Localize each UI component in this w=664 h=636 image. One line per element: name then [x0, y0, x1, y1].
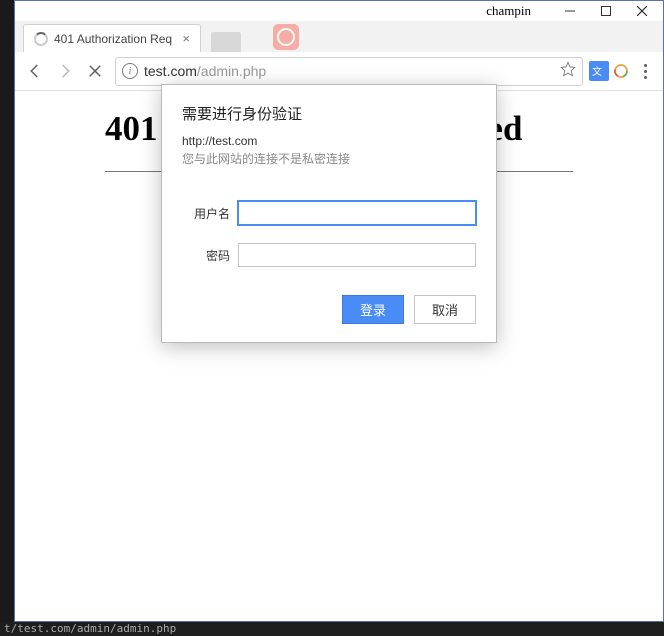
dialog-note: 您与此网站的连接不是私密连接	[182, 150, 476, 167]
watermark-text: champin	[486, 3, 531, 19]
password-input[interactable]	[238, 243, 476, 267]
login-button[interactable]: 登录	[342, 295, 404, 324]
address-bar[interactable]: i test.com/admin.php	[115, 57, 583, 86]
editor-status-bar: t/test.com/admin/admin.php	[0, 622, 664, 636]
back-button[interactable]	[21, 57, 49, 85]
forward-button[interactable]	[51, 57, 79, 85]
loading-spinner-icon	[34, 32, 48, 46]
extension-icon[interactable]	[611, 61, 631, 81]
bookmark-star-icon[interactable]	[560, 61, 576, 82]
close-window-button[interactable]	[625, 1, 659, 21]
auth-dialog: 需要进行身份验证 http://test.com 您与此网站的连接不是私密连接 …	[161, 84, 497, 343]
browser-window: champin 401 Authorization Req × i test.c…	[14, 0, 664, 622]
browser-tab[interactable]: 401 Authorization Req ×	[23, 24, 201, 52]
translate-icon[interactable]	[589, 61, 609, 81]
dialog-title: 需要进行身份验证	[182, 103, 476, 124]
record-badge-icon	[273, 24, 299, 50]
tab-strip: 401 Authorization Req ×	[15, 21, 663, 52]
cancel-button[interactable]: 取消	[414, 295, 476, 324]
new-tab-button[interactable]	[211, 32, 241, 52]
stop-button[interactable]	[81, 57, 109, 85]
username-input[interactable]	[238, 201, 476, 225]
maximize-button[interactable]	[589, 1, 623, 21]
dialog-host: http://test.com	[182, 134, 476, 148]
editor-gutter	[0, 0, 14, 636]
url-text: test.com/admin.php	[144, 63, 266, 79]
page-content: 401 Authorization Required 需要进行身份验证 http…	[15, 91, 663, 621]
minimize-button[interactable]	[553, 1, 587, 21]
tab-close-icon[interactable]: ×	[182, 31, 190, 46]
site-info-icon[interactable]: i	[122, 63, 138, 79]
browser-menu-button[interactable]	[633, 64, 657, 79]
username-label: 用户名	[182, 205, 230, 222]
password-label: 密码	[182, 247, 230, 264]
titlebar: champin	[15, 1, 663, 21]
tab-title-text: 401 Authorization Req	[54, 32, 176, 46]
